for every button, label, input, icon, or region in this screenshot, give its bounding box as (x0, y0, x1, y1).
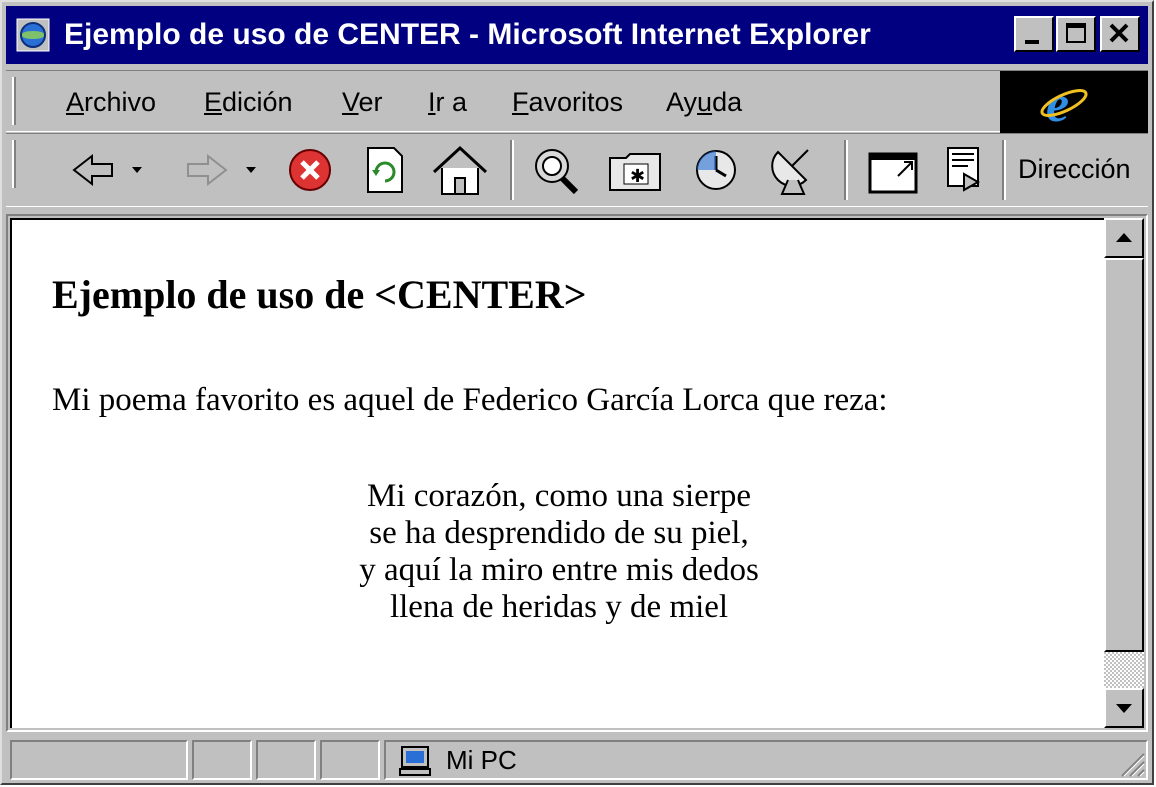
menu-ver[interactable]: Ver (342, 86, 383, 118)
toolbar-separator (510, 140, 514, 200)
maximize-button[interactable] (1056, 16, 1096, 52)
favorites-button[interactable]: ✱ (604, 140, 668, 200)
poem-line: y aquí la miro entre mis dedos (359, 552, 759, 588)
svg-text:✱: ✱ (630, 166, 645, 187)
forward-arrow-icon (187, 153, 256, 187)
scroll-thumb[interactable] (1104, 258, 1144, 652)
browser-window: Ejemplo de uso de CENTER - Microsoft Int… (0, 0, 1154, 785)
intro-paragraph: Mi poema favorito es aquel de Federico G… (52, 382, 888, 418)
arrow-up-icon (1116, 233, 1132, 242)
standard-toolbar: ✱ Dirección (6, 133, 1148, 207)
toolbar-separator (1002, 140, 1006, 200)
resize-grip-icon[interactable] (1116, 748, 1146, 778)
address-label: Dirección (1018, 154, 1131, 184)
fullscreen-button[interactable] (862, 140, 926, 200)
home-button[interactable] (428, 140, 492, 200)
minimize-icon (1025, 40, 1039, 44)
status-text-panel (10, 740, 188, 780)
history-clock-icon (696, 150, 736, 190)
poem-line: llena de heridas y de miel (389, 589, 729, 625)
menu-bar: Archivo Edición Ver Ir a Favoritos Ayuda… (6, 70, 1148, 133)
search-button[interactable] (526, 140, 586, 200)
close-button[interactable] (1100, 16, 1140, 52)
refresh-button[interactable] (354, 140, 414, 200)
page-heading: Ejemplo de uso de <CENTER> (52, 272, 587, 317)
content-frame: Ejemplo de uso de <CENTER> Mi poema favo… (6, 214, 1148, 732)
status-panel (256, 740, 316, 780)
menu-edicion[interactable]: Edición (204, 86, 293, 118)
poem-line: se ha desprendido de su piel, (369, 515, 749, 551)
page-content: Ejemplo de uso de <CENTER> Mi poema favo… (10, 218, 1104, 728)
history-button[interactable] (686, 140, 746, 200)
ie-logo-icon: e (1040, 76, 1088, 133)
menu-ir-a[interactable]: Ir a (428, 86, 467, 118)
internet-explorer-icon (16, 18, 50, 52)
poem-line: Mi corazón, como una sierpe (367, 478, 751, 514)
maximize-icon (1066, 23, 1086, 43)
zone-label: Mi PC (446, 745, 517, 775)
close-icon (1109, 23, 1129, 43)
svg-text:e: e (1046, 76, 1069, 133)
fullscreen-icon (868, 152, 918, 194)
favorites-folder-icon: ✱ (609, 153, 661, 191)
back-button[interactable] (62, 140, 152, 200)
stop-icon (289, 149, 331, 191)
ie-throbber: e (1000, 71, 1148, 133)
forward-button[interactable] (176, 140, 276, 200)
status-panel (192, 740, 252, 780)
menu-favoritos[interactable]: Favoritos (512, 86, 623, 118)
menu-ayuda[interactable]: Ayuda (666, 86, 742, 118)
scroll-track[interactable] (1104, 652, 1144, 688)
mail-icon (947, 147, 981, 192)
minimize-button[interactable] (1014, 16, 1054, 52)
mail-button[interactable] (938, 140, 992, 200)
menu-archivo[interactable]: Archivo (66, 86, 156, 118)
menu-bar-grip[interactable] (12, 77, 16, 125)
window-title: Ejemplo de uso de CENTER - Microsoft Int… (64, 18, 871, 51)
toolbar-separator (844, 140, 848, 200)
status-panel (320, 740, 380, 780)
centered-poem: Mi corazón, como una sierpe se ha despre… (12, 478, 1104, 626)
scroll-up-button[interactable] (1104, 218, 1144, 258)
arrow-down-icon (1116, 704, 1132, 713)
satellite-dish-icon (771, 149, 809, 195)
toolbar-grip[interactable] (12, 140, 16, 188)
refresh-icon (367, 147, 403, 193)
back-arrow-icon (72, 153, 142, 187)
scroll-down-button[interactable] (1104, 688, 1144, 728)
channels-button[interactable] (764, 140, 824, 200)
search-globe-icon (535, 149, 579, 195)
title-bar[interactable]: Ejemplo de uso de CENTER - Microsoft Int… (6, 6, 1148, 64)
stop-button[interactable] (280, 140, 340, 200)
vertical-scrollbar[interactable] (1104, 218, 1144, 728)
home-icon (432, 145, 488, 195)
computer-icon (399, 746, 431, 776)
status-bar: Mi PC (6, 736, 1148, 782)
